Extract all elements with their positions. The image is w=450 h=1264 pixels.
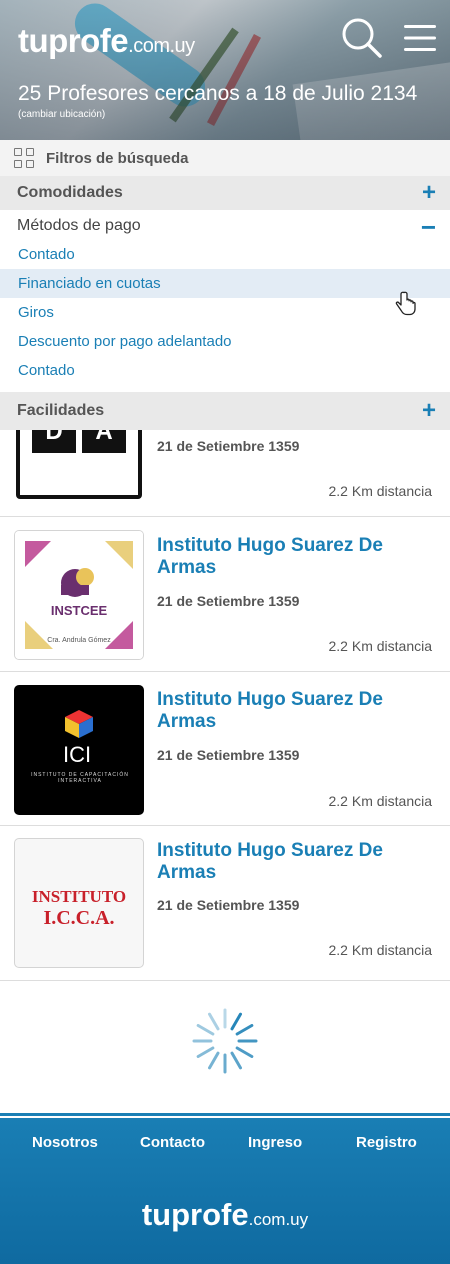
expand-icon[interactable]: + <box>422 180 436 206</box>
spinner-spoke <box>196 1024 215 1036</box>
footer-link-nosotros[interactable]: Nosotros <box>32 1134 98 1151</box>
hand-pointer-cursor-icon <box>392 290 420 323</box>
payment-methods-list: Contado Financiado en cuotas Giros Descu… <box>0 240 450 385</box>
logo-domain: .com.uy <box>128 35 195 57</box>
listing-distance: 2.2 Km distancia <box>328 793 433 809</box>
institute-logo: INSTCEE Cra. Andrula Gómez <box>14 530 144 660</box>
footer-logo-name: tuprofe <box>141 1197 249 1232</box>
spinner-spoke <box>208 1012 220 1031</box>
footer-link-registro[interactable]: Registro <box>356 1134 417 1151</box>
logo-caption: INSTITUTO DE CAPACITACIÓN INTERACTIVA <box>31 772 129 784</box>
logo-text: INSTCEE <box>50 603 108 618</box>
logo-text: ICI <box>63 742 92 767</box>
footer-logo[interactable]: tuprofe.com.uy <box>0 1197 450 1233</box>
search-icon[interactable] <box>340 16 384 60</box>
listing-address: 21 de Setiembre 1359 <box>157 897 300 913</box>
footer: Nosotros Contacto Ingreso Registro tupro… <box>0 1113 450 1264</box>
spinner-spoke <box>230 1012 242 1031</box>
site-logo[interactable]: tuprofe.com.uy <box>18 22 195 60</box>
logo-text-line2: I.C.C.A. <box>43 907 115 929</box>
listing-address: 21 de Setiembre 1359 <box>157 593 300 609</box>
spinner-spoke <box>230 1051 242 1070</box>
listing-card[interactable]: INSTCEE Cra. Andrula Gómez Instituto Hug… <box>0 517 450 672</box>
header-hero: tuprofe.com.uy 25 Profesores cercanos a … <box>0 0 450 140</box>
spinner-spoke <box>208 1051 220 1070</box>
collapse-icon[interactable]: − <box>421 212 436 243</box>
filter-section-metodos-pago[interactable]: Métodos de pago − <box>0 210 450 242</box>
change-location-link[interactable]: (cambiar ubicación) <box>18 109 105 120</box>
institute-logo: INSTITUTO I.C.C.A. <box>14 838 144 968</box>
section-label: Facilidades <box>17 402 105 419</box>
section-label: Métodos de pago <box>17 217 141 234</box>
listing-name[interactable]: Instituto Hugo Suarez De Armas <box>157 689 437 733</box>
listing-distance: 2.2 Km distancia <box>328 942 433 958</box>
listing-distance: 2.2 Km distancia <box>328 483 433 499</box>
footer-link-ingreso[interactable]: Ingreso <box>248 1134 302 1151</box>
footer-link-contacto[interactable]: Contacto <box>140 1134 205 1151</box>
payment-option[interactable]: Financiado en cuotas <box>0 269 450 298</box>
footer-stripe <box>0 1113 450 1118</box>
listing-card[interactable]: INSTITUTO I.C.C.A. Instituto Hugo Suarez… <box>0 826 450 981</box>
spinner-spoke <box>235 1046 254 1058</box>
listing-address: 21 de Setiembre 1359 <box>157 747 300 763</box>
filter-section-comodidades[interactable]: Comodidades + <box>0 176 450 210</box>
payment-option[interactable]: Descuento por pago adelantado <box>0 327 450 356</box>
institute-logo: ICI INSTITUTO DE CAPACITACIÓN INTERACTIV… <box>14 685 144 815</box>
filter-section-facilidades[interactable]: Facilidades + <box>0 392 450 430</box>
payment-option[interactable]: Contado <box>0 240 450 269</box>
filters-label: Filtros de búsqueda <box>46 149 189 167</box>
listing-name[interactable]: Instituto Hugo Suarez De Armas <box>157 840 437 884</box>
institute-logo: D A <box>14 430 144 516</box>
results-title: 25 Profesores cercanos a 18 de Julio 213… <box>18 82 418 105</box>
logo-text-line1: INSTITUTO <box>31 887 127 906</box>
payment-option[interactable]: Giros <box>0 298 450 327</box>
spinner-spoke <box>196 1046 215 1058</box>
listing-card[interactable]: ICI INSTITUTO DE CAPACITACIÓN INTERACTIV… <box>0 672 450 826</box>
listing-name[interactable]: Instituto Hugo Suarez De Armas <box>157 535 437 579</box>
listing-distance: 2.2 Km distancia <box>328 638 433 654</box>
loading-spinner-icon <box>192 1008 258 1074</box>
grid-icon <box>14 148 34 168</box>
hamburger-menu-icon[interactable] <box>398 16 442 60</box>
expand-icon[interactable]: + <box>422 398 436 424</box>
footer-logo-domain: .com.uy <box>248 1210 309 1229</box>
logo-name: tuprofe <box>18 22 129 59</box>
search-filters-bar[interactable]: Filtros de búsqueda <box>0 140 450 176</box>
spinner-spoke <box>235 1024 254 1036</box>
payment-option[interactable]: Contado <box>0 356 450 385</box>
logo-caption: Cra. Andrula Gómez <box>47 637 111 644</box>
listing-card[interactable]: D A 21 de Setiembre 1359 2.2 Km distanci… <box>0 430 450 517</box>
section-label: Comodidades <box>17 184 123 201</box>
listing-address: 21 de Setiembre 1359 <box>157 438 300 454</box>
